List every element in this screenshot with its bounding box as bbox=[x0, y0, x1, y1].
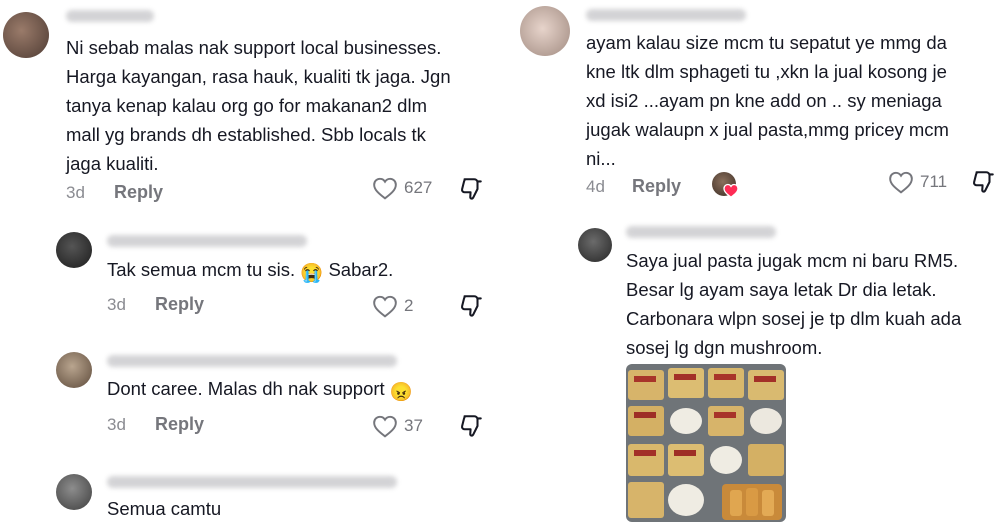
reply-button[interactable]: Reply bbox=[155, 294, 204, 315]
comment-text: Saya jual pasta jugak mcm ni baru RM5. B… bbox=[626, 250, 962, 358]
panel-divider bbox=[500, 0, 512, 522]
username-blurred[interactable] bbox=[626, 226, 776, 238]
dislike-button[interactable] bbox=[458, 413, 484, 444]
dislike-button[interactable] bbox=[970, 169, 996, 200]
avatar[interactable] bbox=[56, 232, 92, 268]
right-comment-panel: ayam kalau size mcm tu sepatut ye mmg da… bbox=[512, 0, 1000, 522]
heart-outline-icon bbox=[889, 171, 913, 194]
comment-text: Ni sebab malas nak support local busines… bbox=[66, 37, 451, 174]
comment-age: 3d bbox=[66, 183, 85, 202]
like-button[interactable]: 37 bbox=[372, 414, 423, 438]
left-comment-panel: Ni sebab malas nak support local busines… bbox=[0, 0, 500, 522]
like-count: 711 bbox=[920, 172, 948, 191]
username-blurred[interactable] bbox=[66, 10, 154, 22]
avatar[interactable] bbox=[56, 474, 92, 510]
username-blurred[interactable] bbox=[107, 476, 397, 488]
like-count: 2 bbox=[404, 296, 414, 315]
thumbs-down-icon bbox=[460, 295, 482, 317]
crying-face-emoji: 😭 bbox=[300, 262, 324, 283]
creator-heart-avatar-icon bbox=[712, 172, 740, 200]
comment-age: 3d bbox=[107, 295, 126, 314]
reply-button[interactable]: Reply bbox=[155, 414, 204, 435]
heart-outline-icon bbox=[373, 415, 397, 438]
angry-face-emoji: 😠 bbox=[389, 381, 413, 402]
username-blurred[interactable] bbox=[586, 9, 746, 21]
thumbs-down-icon bbox=[460, 415, 482, 437]
heart-outline-icon bbox=[373, 177, 397, 200]
comment-age: 4d bbox=[586, 177, 605, 196]
avatar[interactable] bbox=[520, 6, 570, 56]
comment-age: 3d bbox=[107, 415, 126, 434]
comment-text: Semua camtu bbox=[107, 498, 222, 519]
like-button[interactable]: 2 bbox=[372, 294, 413, 318]
like-count: 37 bbox=[404, 416, 423, 435]
reply-button[interactable]: Reply bbox=[632, 176, 681, 197]
thumbs-down-icon bbox=[460, 178, 482, 200]
username-blurred[interactable] bbox=[107, 355, 397, 367]
dislike-button[interactable] bbox=[458, 293, 484, 324]
username-blurred[interactable] bbox=[107, 235, 307, 247]
reply-button[interactable]: Reply bbox=[114, 182, 163, 203]
dislike-button[interactable] bbox=[458, 176, 484, 207]
avatar[interactable] bbox=[3, 12, 49, 58]
avatar[interactable] bbox=[56, 352, 92, 388]
comment-text: Tak semua mcm tu sis. 😭 Sabar2. bbox=[107, 255, 487, 287]
like-count: 627 bbox=[404, 178, 433, 197]
heart-outline-icon bbox=[373, 295, 397, 318]
avatar[interactable] bbox=[578, 228, 612, 262]
like-button[interactable]: 711 bbox=[888, 170, 947, 194]
like-button[interactable]: 627 bbox=[372, 176, 432, 200]
comment-text: ayam kalau size mcm tu sepatut ye mmg da… bbox=[586, 32, 949, 169]
comment-text: Dont caree. Malas dh nak support 😠 bbox=[107, 374, 487, 406]
attached-food-photo[interactable] bbox=[626, 364, 786, 522]
thumbs-down-icon bbox=[972, 171, 994, 193]
